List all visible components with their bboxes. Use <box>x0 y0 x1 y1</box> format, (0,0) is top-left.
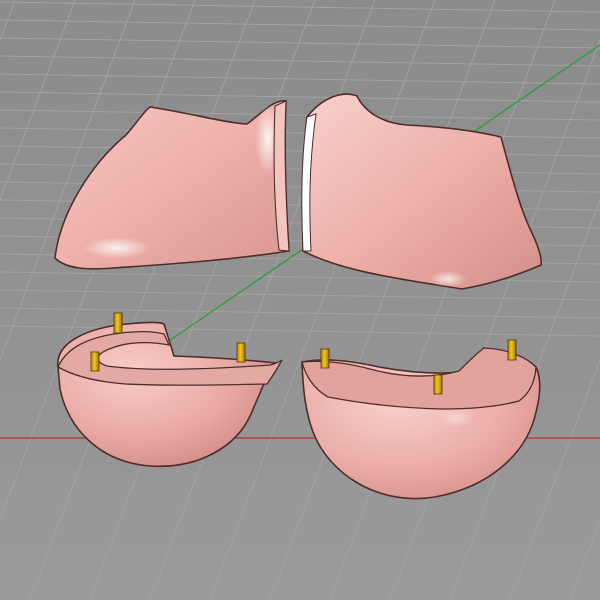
grid-line <box>0 73 600 85</box>
grid-line <box>0 19 600 31</box>
grid-line <box>89 0 316 600</box>
alignment-pin-icon <box>320 348 330 369</box>
grid-line <box>329 0 556 600</box>
grid-line <box>0 0 136 362</box>
grid-line <box>0 145 600 157</box>
grid-line <box>0 127 600 139</box>
grid-line <box>269 0 496 600</box>
grid-line <box>0 289 600 301</box>
alignment-pin-icon <box>507 339 517 361</box>
upper-right-shell[interactable] <box>301 93 542 290</box>
grid-line <box>29 0 256 600</box>
alignment-pin-icon <box>113 312 123 334</box>
alignment-pin-icon <box>433 374 443 395</box>
grid-line <box>0 1 600 13</box>
grid-line <box>149 0 376 600</box>
grid-line <box>0 109 600 121</box>
lower-left-hemisphere[interactable] <box>57 312 283 468</box>
grid-line <box>209 0 436 600</box>
lower-right-hemisphere[interactable] <box>301 339 541 500</box>
alignment-pin-icon <box>236 342 246 363</box>
grid-line <box>0 55 600 67</box>
grid-line <box>0 307 600 319</box>
grid-line <box>0 91 600 103</box>
3d-viewport[interactable] <box>0 0 600 600</box>
grid-line <box>0 0 196 522</box>
alignment-pin-icon <box>90 351 100 372</box>
upper-left-shell[interactable] <box>54 100 290 270</box>
viewport-canvas[interactable] <box>0 0 600 600</box>
grid-line <box>0 0 16 42</box>
grid-line <box>389 38 600 600</box>
construction-grid <box>0 0 600 600</box>
